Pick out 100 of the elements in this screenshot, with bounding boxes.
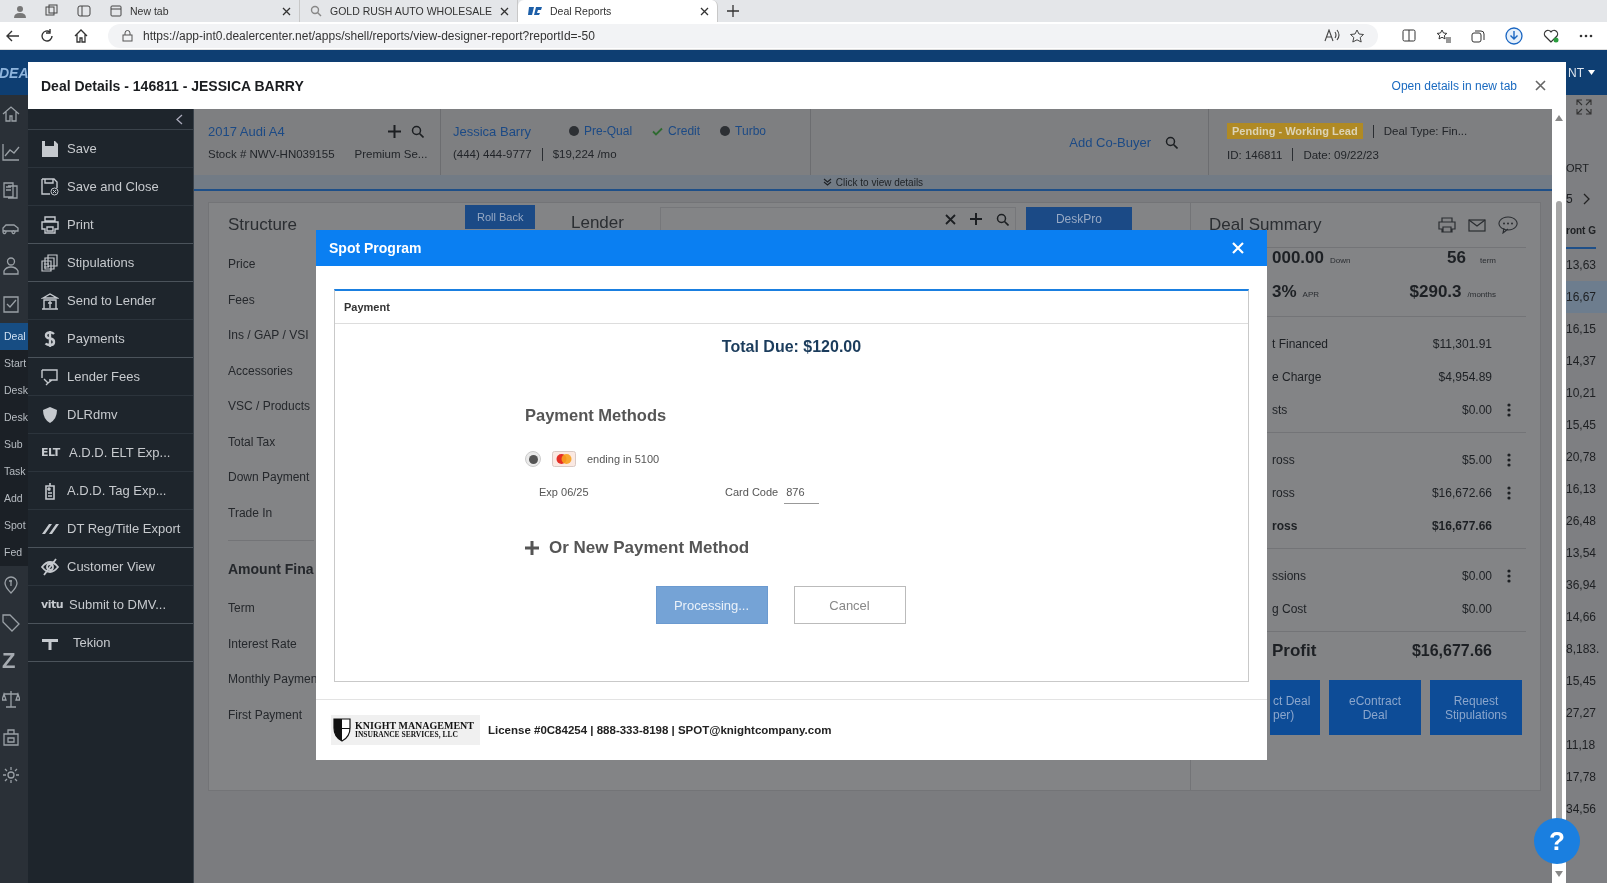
sidebar-item[interactable]: ELT A.D.D. ELT Exp...	[28, 434, 193, 472]
table-cell-text: 36,94	[1566, 577, 1598, 594]
new-payment-method-link[interactable]: Or New Payment Method	[525, 538, 750, 558]
chart-icon[interactable]	[2, 143, 20, 161]
chat-bubble-icon[interactable]	[1498, 216, 1518, 234]
nav-item[interactable]: Sub	[0, 431, 28, 458]
nav-item[interactable]: Spot	[0, 512, 28, 539]
sidebar-item[interactable]: Save	[28, 130, 193, 168]
sidebar-item[interactable]: Send to Lender	[28, 282, 193, 320]
more-options-icon[interactable]	[1507, 402, 1511, 417]
address-field[interactable]: https://app-int0.dealercenter.net/apps/shell/reports/view-designer-report?reportId=-50	[108, 23, 1378, 48]
tab-actions-icon[interactable]	[77, 4, 91, 18]
scrollbar[interactable]	[1552, 109, 1566, 883]
next-page-icon[interactable]	[1582, 192, 1590, 205]
read-aloud-icon[interactable]	[1324, 29, 1340, 42]
sidebar-item[interactable]: Save and Close	[28, 168, 193, 206]
payment-methods-title: Payment Methods	[525, 406, 668, 425]
bag-icon[interactable]	[2, 728, 20, 746]
user-menu[interactable]: NT	[1568, 65, 1584, 80]
profile-icon[interactable]	[13, 4, 27, 18]
page-number[interactable]: 5	[1566, 191, 1573, 206]
column-header[interactable]: ront G	[1566, 215, 1596, 249]
field-label: Trade In	[228, 504, 273, 522]
roll-back-button[interactable]: Roll Back	[465, 205, 536, 229]
refresh-icon[interactable]	[40, 28, 54, 43]
nav-item[interactable]: Deal	[0, 323, 28, 350]
more-options-icon[interactable]	[1507, 485, 1511, 500]
document-icon[interactable]	[2, 181, 20, 199]
add-icon[interactable]	[388, 124, 401, 138]
sidebar-item[interactable]: Print	[28, 206, 193, 243]
sidebar-item[interactable]: Customer View	[28, 548, 193, 586]
vehicle-trim: Premium Se...	[354, 148, 428, 160]
scales-icon[interactable]	[2, 690, 20, 708]
sidebar-item[interactable]: A.D.D. Tag Exp...	[28, 472, 193, 510]
scroll-up-icon[interactable]	[1555, 115, 1563, 121]
modal-button[interactable]: Cancel	[793, 586, 906, 624]
sidebar-item[interactable]: Payments	[28, 320, 193, 357]
split-screen-icon[interactable]	[1402, 29, 1416, 42]
unit-label: term	[1480, 256, 1496, 265]
collapse-icon[interactable]	[176, 113, 183, 125]
close-icon[interactable]	[282, 6, 291, 16]
search-icon[interactable]	[1165, 135, 1178, 149]
checklist-icon[interactable]	[2, 295, 20, 313]
lender-search-field[interactable]	[659, 207, 1016, 231]
more-options-icon[interactable]	[1507, 452, 1511, 467]
back-icon[interactable]	[6, 28, 20, 43]
clear-icon[interactable]	[944, 213, 956, 225]
sidebar-item[interactable]: DT Reg/Title Export	[28, 510, 193, 547]
sidebar-item[interactable]: Stipulations	[28, 244, 193, 281]
add-icon[interactable]	[969, 213, 982, 225]
summary-value: $4,954.89	[1438, 369, 1492, 384]
home-icon[interactable]	[74, 28, 88, 43]
collections-icon[interactable]	[1471, 28, 1485, 43]
open-in-new-tab-link[interactable]: Open details in new tab	[1391, 78, 1517, 93]
printer-icon[interactable]	[1438, 217, 1456, 233]
field-label: Price	[228, 256, 256, 273]
heart-icon[interactable]	[1543, 28, 1559, 43]
unit-label: /months	[1467, 290, 1496, 299]
close-icon[interactable]	[1535, 80, 1546, 91]
star-icon[interactable]	[1350, 28, 1364, 43]
settings-icon[interactable]	[2, 766, 20, 784]
person-icon[interactable]	[2, 257, 20, 275]
mail-icon[interactable]	[1468, 218, 1486, 232]
browser-tab[interactable]: Deal Reports	[518, 0, 718, 22]
nav-item[interactable]: Task	[0, 458, 28, 485]
view-details-toggle[interactable]: Click to view details	[822, 175, 924, 189]
card-code-label: Card Code	[725, 486, 779, 498]
nav-item[interactable]: Desk	[0, 404, 28, 431]
field-label: Monthly Paymen	[228, 671, 318, 688]
workspaces-icon[interactable]	[45, 4, 59, 18]
caret-icon[interactable]	[1588, 70, 1595, 75]
scroll-down-icon[interactable]	[1555, 871, 1563, 877]
favorites-icon[interactable]	[1436, 28, 1451, 43]
search-icon[interactable]	[995, 212, 1009, 226]
sidebar-item[interactable]: Tekion	[28, 624, 193, 661]
nav-item[interactable]: Desk	[0, 377, 28, 404]
radio-button[interactable]	[525, 451, 541, 467]
close-icon[interactable]	[500, 6, 509, 16]
more-icon[interactable]	[1579, 33, 1593, 38]
z-logo[interactable]: Z	[2, 650, 16, 672]
download-icon[interactable]	[1505, 26, 1523, 45]
location-pin-icon[interactable]	[2, 576, 20, 594]
deskpro-button[interactable]: DeskPro	[1025, 207, 1132, 231]
sidebar-item[interactable]: vitu Submit to DMV...	[28, 586, 193, 623]
status-dot-icon	[720, 126, 731, 136]
nav-item[interactable]: Fed	[0, 539, 28, 566]
field-label: Total Tax	[228, 433, 276, 451]
nav-item[interactable]: Add	[0, 485, 28, 512]
tag-icon[interactable]	[2, 614, 20, 632]
payment-tab[interactable]: Payment	[335, 291, 1248, 324]
sidebar-item[interactable]: Lender Fees	[28, 358, 193, 396]
expand-icon[interactable]	[1576, 98, 1592, 115]
new-tab-icon[interactable]	[727, 5, 739, 17]
card-code-field[interactable]: 876	[784, 486, 820, 504]
nav-item[interactable]: Start	[0, 350, 28, 377]
sidebar-item[interactable]: DLRdmv	[28, 396, 193, 434]
search-icon[interactable]	[411, 124, 424, 138]
close-icon[interactable]	[700, 6, 709, 16]
more-options-icon[interactable]	[1507, 568, 1511, 583]
field-label: VSC / Products	[228, 398, 311, 415]
